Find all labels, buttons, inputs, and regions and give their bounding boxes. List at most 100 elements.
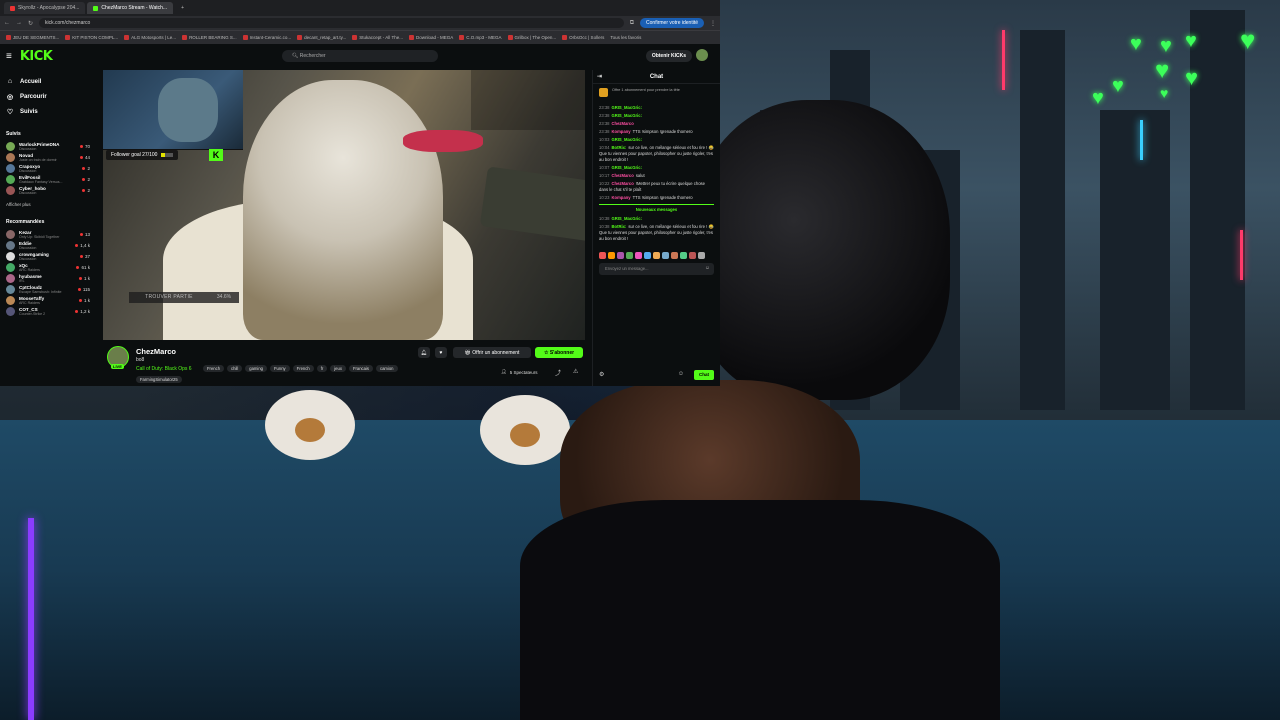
message-username[interactable]: GRIS_MacGric:: [611, 165, 642, 170]
emote[interactable]: [626, 251, 633, 259]
user-avatar[interactable]: [696, 49, 708, 61]
emote[interactable]: [671, 251, 678, 259]
report-icon[interactable]: ⚠: [573, 368, 578, 375]
bookmark[interactable]: OrbsOcc | Sollers: [562, 35, 604, 40]
followed-channel[interactable]: Cyber_hobo Discussion 2: [6, 185, 90, 196]
emote[interactable]: [599, 251, 606, 259]
recommended-channel[interactable]: xQc ARC Raiders 61 k: [6, 262, 90, 273]
recommended-channel[interactable]: hyubasme IRL 1 k: [6, 273, 90, 284]
bookmark[interactable]: JEU DE SEGMENTS...: [6, 35, 59, 40]
gift-sub-button[interactable]: 🎁︎ Offrir un abonnement: [453, 347, 531, 358]
live-badge: LIVE: [111, 364, 124, 369]
message-username[interactable]: Kompany: [611, 129, 630, 134]
followed-channel[interactable]: Novad Juste on train de dormir 44: [6, 152, 90, 163]
menu-dots-icon[interactable]: ⋮: [710, 20, 716, 27]
kick-favicon-icon: [93, 5, 99, 11]
tag[interactable]: chill: [227, 365, 243, 372]
message-username[interactable]: ChezMarco: [611, 121, 633, 126]
extensions-icon[interactable]: ⧉: [630, 20, 634, 27]
recommended-channel[interactable]: CptCloudz Escape Samsbush: Infinite 115: [6, 284, 90, 295]
search-input[interactable]: 🔍︎ Rechercher: [282, 50, 438, 62]
new-tab-button[interactable]: +: [175, 2, 190, 14]
sidebar-item-accueil[interactable]: ⌂ Accueil: [6, 74, 90, 89]
recommended-channel[interactable]: crowngaming Discussion 37: [6, 251, 90, 262]
forward-icon[interactable]: →: [16, 20, 22, 26]
follow-heart-button[interactable]: ♥: [435, 347, 447, 358]
emote[interactable]: [635, 251, 642, 259]
emote[interactable]: [662, 251, 669, 259]
tag[interactable]: jeux: [330, 365, 346, 372]
message-username[interactable]: BotRix:: [611, 145, 626, 150]
browser-tab-active[interactable]: ChezMarco Stream - Watch...: [87, 2, 174, 14]
message-username[interactable]: GRIS_MacGric:: [611, 137, 642, 142]
message-username[interactable]: BotRix:: [611, 224, 626, 229]
send-chat-button[interactable]: Chat: [694, 370, 714, 380]
emote[interactable]: [653, 251, 660, 259]
emote[interactable]: [617, 251, 624, 259]
message-text: TTS !simpson !grenade thomero: [632, 194, 693, 200]
followed-channel[interactable]: Crapoxyo Discussion 2: [6, 163, 90, 174]
hamburger-menu-icon[interactable]: ≡: [6, 51, 12, 62]
message-username[interactable]: GRIS_MacGric:: [611, 105, 642, 110]
message-username[interactable]: GRIS_MacGric:: [611, 216, 642, 221]
streamer-name[interactable]: ChezMarco: [136, 347, 176, 356]
video-player[interactable]: Follower goal 27/100 K TROUVER PARTIE 34…: [103, 70, 585, 340]
bookmark[interactable]: ALG Motosports | Le...: [124, 35, 176, 40]
tag[interactable]: French: [292, 365, 314, 372]
chat-emote-icon[interactable]: ☺: [678, 371, 684, 377]
bookmark[interactable]: ROLLER BEARING S...: [182, 35, 237, 40]
all-bookmarks-folder[interactable]: Tous les favoris: [610, 35, 641, 40]
bookmark[interactable]: Stukaccept - All The...: [352, 35, 403, 40]
recommended-channel[interactable]: MooseTaffy ARC Raiders 1 k: [6, 295, 90, 306]
address-input[interactable]: kick.com/chezmarco: [39, 18, 624, 28]
bookmark[interactable]: KIT PISTON COMPL...: [65, 35, 118, 40]
stream-category[interactable]: Call of Duty: Black Ops 6: [136, 366, 192, 372]
emote[interactable]: [644, 251, 651, 259]
tag[interactable]: FarmingSimulator25: [136, 376, 182, 383]
recommended-channel[interactable]: COT_CS Counter-Strike 2 1,2 k: [6, 306, 90, 317]
tag[interactable]: fr: [316, 365, 328, 372]
bookmark[interactable]: Download - MEGA: [409, 35, 453, 40]
message-username[interactable]: ChezMarco: [611, 173, 633, 178]
follower-goal: Follower goal 27/100: [106, 150, 179, 160]
message-text: salut: [635, 172, 645, 178]
bookmark[interactable]: Grilbox | The Open...: [507, 35, 556, 40]
back-icon[interactable]: ←: [4, 20, 10, 26]
emote[interactable]: [689, 251, 696, 259]
chat-input[interactable]: Envoyez un message... ☺: [599, 262, 714, 275]
bookmark[interactable]: C.O.mp3 - MEGA: [459, 35, 502, 40]
message-username[interactable]: ChezMarco: [611, 181, 633, 186]
bookmark[interactable]: Instant-Ceramic.co...: [242, 35, 291, 40]
browser-tab[interactable]: Skyrollz - Apocalypse 204...: [4, 2, 86, 14]
emoji-picker-icon[interactable]: ☺: [705, 265, 710, 271]
emote[interactable]: [680, 251, 687, 259]
emote[interactable]: [698, 251, 705, 259]
kick-logo[interactable]: KICK: [20, 49, 53, 64]
tab-bar: Skyrollz - Apocalypse 204... ChezMarco S…: [0, 0, 720, 16]
get-kicks-button[interactable]: Obtenir KICKs: [645, 50, 692, 62]
tag[interactable]: French: [203, 365, 225, 372]
show-more-link[interactable]: Afficher plus: [6, 202, 90, 207]
verify-identity-button[interactable]: Confirmer votre identité: [640, 18, 704, 28]
recommended-channel[interactable]: Kezar Only Up: Skibidi Together 13: [6, 229, 90, 240]
tag[interactable]: Francais: [348, 365, 373, 372]
emote[interactable]: [608, 251, 615, 259]
share-icon[interactable]: ⤴: [555, 368, 561, 377]
sidebar-item-parcourir[interactable]: ◎ Parcourir: [6, 89, 90, 104]
tag[interactable]: gaming: [245, 365, 267, 372]
message-username[interactable]: Kompany: [611, 195, 630, 200]
tag[interactable]: Funny: [270, 365, 290, 372]
followed-channel[interactable]: EvilFossil Gratdaux Fantasy Versus... 2: [6, 174, 90, 185]
gift-sub-banner[interactable]: Offre 1 abonnement pour prendre la tête: [599, 88, 714, 97]
followed-channel[interactable]: WarlockPrimeDNA Discussion 70: [6, 141, 90, 152]
chat-settings-icon[interactable]: ⚙: [599, 371, 604, 378]
collapse-chat-icon[interactable]: ⇥: [597, 73, 602, 80]
reload-icon[interactable]: ↻: [28, 20, 33, 27]
message-username[interactable]: GRIS_MacGric:: [611, 113, 642, 118]
subscribe-button[interactable]: ☆ S'abonner: [535, 347, 583, 358]
notification-bell-button[interactable]: 🔔︎: [418, 347, 430, 358]
sidebar-item-suivis[interactable]: ♡ Suivis: [6, 104, 90, 119]
recommended-channel[interactable]: Eddie Discussion 1,4 k: [6, 240, 90, 251]
tag[interactable]: camion: [376, 365, 398, 372]
bookmark[interactable]: decant_retap_art.ty...: [297, 35, 346, 40]
